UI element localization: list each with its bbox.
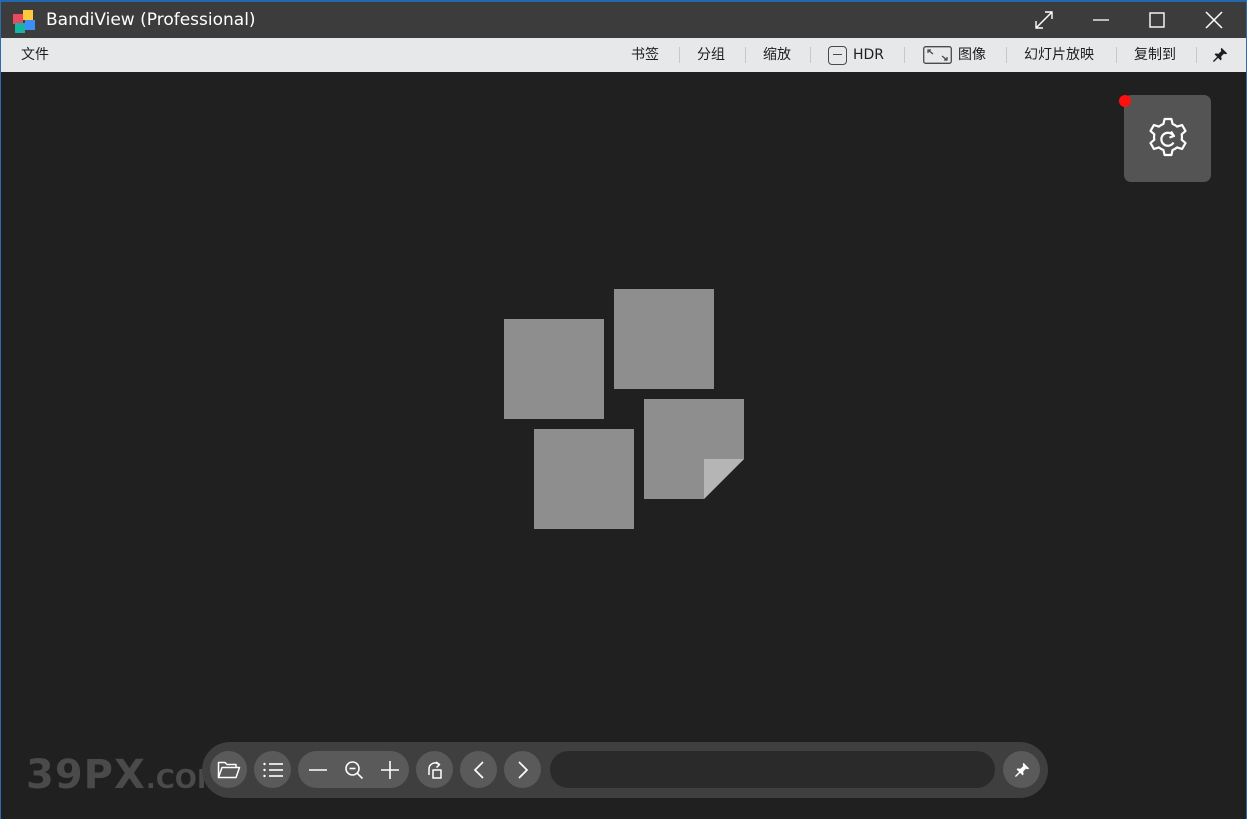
zoom-out-button[interactable] bbox=[299, 751, 336, 788]
minimize-button[interactable] bbox=[1072, 2, 1129, 38]
zoom-controls bbox=[298, 751, 409, 788]
rotate-icon bbox=[427, 760, 442, 779]
open-folder-button[interactable] bbox=[210, 751, 247, 788]
image-resize-icon bbox=[923, 46, 952, 64]
folder-open-icon bbox=[217, 761, 240, 778]
maximize-button[interactable] bbox=[1128, 2, 1185, 38]
plus-icon bbox=[380, 760, 399, 779]
menu-slideshow[interactable]: 幻灯片放映 bbox=[1024, 38, 1094, 72]
settings-refresh-icon bbox=[1148, 117, 1187, 156]
placeholder-tile bbox=[614, 289, 714, 389]
bottom-toolbar bbox=[202, 742, 1048, 798]
menu-bookmark[interactable]: 书签 bbox=[631, 38, 659, 72]
watermark: 39PX.COM bbox=[26, 752, 223, 798]
zoom-fit-button[interactable] bbox=[335, 751, 372, 788]
close-icon bbox=[1204, 11, 1223, 29]
title-bar[interactable]: BandiView (Professional) bbox=[1, 2, 1246, 38]
placeholder-tile bbox=[534, 429, 634, 529]
file-list-button[interactable] bbox=[254, 751, 291, 788]
list-icon bbox=[262, 762, 283, 777]
menu-separator bbox=[745, 47, 746, 63]
pin-icon bbox=[1213, 47, 1228, 62]
menu-separator bbox=[810, 47, 811, 63]
image-viewer-area[interactable]: 39PX.COM bbox=[1, 72, 1246, 819]
maximize-icon bbox=[1148, 12, 1165, 28]
menu-separator bbox=[904, 47, 905, 63]
minimize-icon bbox=[1092, 19, 1109, 21]
menu-separator bbox=[1116, 47, 1117, 63]
chevron-right-icon bbox=[517, 760, 528, 779]
file-path-field[interactable] bbox=[550, 751, 995, 788]
menu-hdr-label: HDR bbox=[853, 47, 885, 63]
zoom-in-button[interactable] bbox=[371, 751, 408, 788]
menu-pin-button[interactable] bbox=[1212, 38, 1228, 72]
previous-button[interactable] bbox=[460, 751, 497, 788]
menu-image[interactable]: 图像 bbox=[923, 38, 986, 72]
minus-icon bbox=[308, 768, 327, 771]
watermark-main: 39PX bbox=[26, 752, 146, 798]
menu-file[interactable]: 文件 bbox=[21, 38, 49, 72]
menu-copy-to[interactable]: 复制到 bbox=[1134, 38, 1176, 72]
menu-group[interactable]: 分组 bbox=[697, 38, 725, 72]
expand-diagonal-icon bbox=[1034, 11, 1053, 29]
next-button[interactable] bbox=[504, 751, 541, 788]
settings-button[interactable] bbox=[1124, 95, 1211, 182]
menu-bar: 文件 书签 分组 缩放 HDR 图像 幻灯片放映 复制到 bbox=[1, 38, 1246, 72]
menu-zoom[interactable]: 缩放 bbox=[763, 38, 791, 72]
toolbar-pin-button[interactable] bbox=[1003, 751, 1040, 788]
menu-image-label: 图像 bbox=[958, 47, 986, 63]
zoom-magnifier-icon bbox=[344, 760, 363, 779]
close-button[interactable] bbox=[1185, 2, 1242, 38]
menu-separator bbox=[679, 47, 680, 63]
menu-separator bbox=[1006, 47, 1007, 63]
placeholder-tile-folded bbox=[644, 399, 744, 499]
menu-separator bbox=[1196, 47, 1197, 63]
notification-dot bbox=[1119, 95, 1131, 107]
window-title: BandiView (Professional) bbox=[46, 10, 256, 30]
bandiview-logo-icon bbox=[13, 10, 35, 33]
placeholder-tile bbox=[504, 319, 604, 419]
pin-icon bbox=[1014, 762, 1029, 777]
hdr-toggle-icon bbox=[828, 45, 847, 65]
fullscreen-button[interactable] bbox=[1015, 2, 1072, 38]
chevron-left-icon bbox=[473, 760, 484, 779]
rotate-button[interactable] bbox=[416, 751, 453, 788]
app-window: BandiView (Professional) 文件 书签 分组 缩放 HDR… bbox=[0, 0, 1247, 819]
menu-hdr[interactable]: HDR bbox=[828, 38, 884, 72]
